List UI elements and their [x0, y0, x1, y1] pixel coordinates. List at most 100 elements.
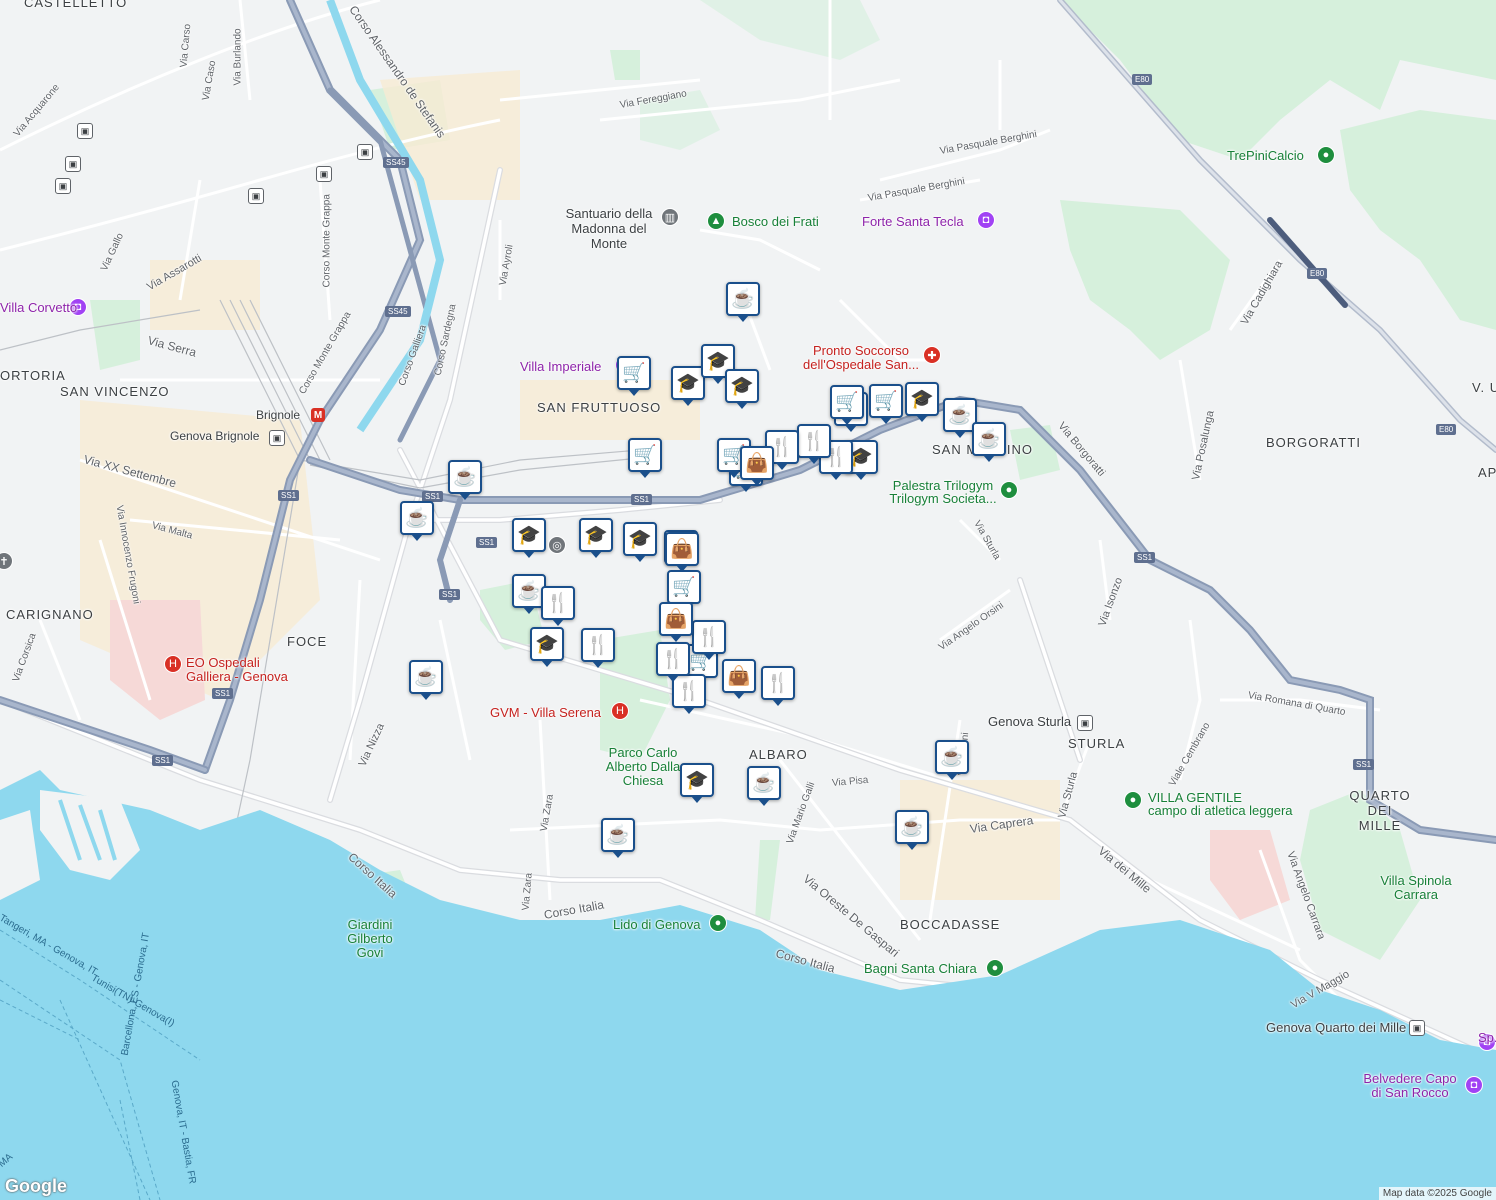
poi-label: Bagni Santa Chiara — [864, 961, 977, 976]
cafe-marker[interactable]: ☕ — [972, 422, 1006, 462]
beach-icon: ● — [986, 959, 1004, 977]
map-attribution[interactable]: Map data ©2025 Google — [1378, 1187, 1496, 1200]
cafe-marker[interactable]: ☕ — [448, 460, 482, 500]
coffee-cup-icon: ☕ — [948, 405, 972, 426]
shopping-bag-icon: 👜 — [664, 609, 688, 630]
graduation-cap-icon: 🎓 — [910, 389, 934, 410]
poi-label: Santuario della Madonna del Monte — [565, 206, 653, 251]
school-marker[interactable]: 🎓 — [623, 522, 657, 562]
hospital-icon: H — [611, 702, 629, 720]
school-marker[interactable]: 🎓 — [905, 382, 939, 422]
cafe-marker[interactable]: ☕ — [747, 766, 781, 806]
district-label: ALBARO — [749, 747, 808, 762]
cafe-marker[interactable]: ☕ — [726, 282, 760, 322]
shopping-bag-icon: 👜 — [727, 666, 751, 687]
school-marker[interactable]: 🎓 — [680, 763, 714, 803]
district-label: SAN FRUTTUOSO — [537, 400, 662, 415]
restaurant-marker[interactable]: 🍴 — [692, 620, 726, 660]
poi-label: Parco Carlo Alberto Dalla Chiesa — [605, 745, 681, 788]
school-marker[interactable]: 🎓 — [512, 518, 546, 558]
grocery-marker[interactable]: 🛒 — [617, 356, 651, 396]
restaurant-marker[interactable]: 🍴 — [656, 642, 690, 682]
coffee-cup-icon: ☕ — [752, 773, 776, 794]
graduation-cap-icon: 🎓 — [685, 770, 709, 791]
poi-label: Belvedere Capo di San Rocco — [1363, 1071, 1457, 1100]
road-shield: SS1 — [152, 755, 174, 766]
district-label: QUARTO DEI MILLE — [1349, 788, 1411, 833]
road-shield: SS1 — [1353, 759, 1375, 770]
fitness-icon: ● — [1000, 481, 1018, 499]
coffee-cup-icon: ☕ — [405, 508, 429, 529]
cafe-marker[interactable]: ☕ — [895, 810, 929, 850]
shopping-marker[interactable]: 👜 — [722, 659, 756, 699]
grocery-marker[interactable]: 🛒 — [869, 384, 903, 424]
cafe-marker[interactable]: ☕ — [409, 660, 443, 700]
shopping-cart-icon: 🛒 — [835, 392, 859, 413]
camera-icon: ◘ — [977, 211, 995, 229]
road-shield: SS1 — [476, 537, 498, 548]
shopping-marker[interactable]: 👜 — [665, 532, 699, 572]
grocery-marker[interactable]: 🛒 — [628, 438, 662, 478]
street-label: Corso Monte Grappa — [321, 194, 333, 288]
road-shield: SS1 — [439, 589, 461, 600]
district-label: SAN VINCENZO — [60, 384, 170, 399]
district-label: AP — [1478, 465, 1496, 480]
coffee-cup-icon: ☕ — [940, 747, 964, 768]
restaurant-marker[interactable]: 🍴 — [581, 628, 615, 668]
shopping-bag-icon: 👜 — [670, 539, 694, 560]
school-marker[interactable]: 🎓 — [725, 369, 759, 409]
bus-stop-icon: ▣ — [248, 188, 264, 204]
coffee-cup-icon: ☕ — [900, 817, 924, 838]
road-shield: E80 — [1307, 268, 1328, 279]
sports-icon: ● — [1124, 791, 1142, 809]
district-label: FOCE — [287, 634, 328, 649]
poi-label: Forte Santa Tecla — [862, 214, 964, 229]
fork-knife-icon: 🍴 — [677, 681, 701, 702]
camera-icon: ◘ — [1465, 1076, 1483, 1094]
school-marker[interactable]: 🎓 — [530, 627, 564, 667]
restaurant-marker[interactable]: 🍴 — [541, 586, 575, 626]
cafe-marker[interactable]: ☕ — [400, 501, 434, 541]
bus-stop-icon: ▣ — [316, 166, 332, 182]
road-shield: SS1 — [212, 688, 234, 699]
poi-label: Villa Corvetto — [0, 300, 78, 315]
grocery-marker[interactable]: 🛒 — [830, 385, 864, 425]
shopping-marker[interactable]: 👜 — [659, 602, 693, 642]
coffee-cup-icon: ☕ — [453, 467, 477, 488]
school-marker[interactable]: 🎓 — [579, 518, 613, 558]
bus-stop-icon: ▣ — [65, 156, 81, 172]
hospital-icon: ✚ — [923, 346, 941, 364]
graduation-cap-icon: 🎓 — [535, 634, 559, 655]
cafe-marker[interactable]: ☕ — [601, 818, 635, 858]
poi-label: Genova Brignole — [170, 429, 260, 443]
fork-knife-icon: 🍴 — [546, 593, 570, 614]
train-station-icon: ▣ — [269, 430, 285, 446]
restaurant-marker[interactable]: 🍴 — [761, 666, 795, 706]
museum-icon: ◎ — [548, 536, 566, 554]
poi-label: Sp... — [1478, 1030, 1496, 1045]
cafe-marker[interactable]: ☕ — [935, 740, 969, 780]
bus-stop-icon: ▣ — [357, 144, 373, 160]
fork-knife-icon: 🍴 — [766, 673, 790, 694]
shopping-marker[interactable]: 👜 — [740, 446, 774, 486]
school-marker[interactable]: 🎓 — [671, 366, 705, 406]
coffee-cup-icon: ☕ — [414, 667, 438, 688]
poi-label: Brignole — [256, 408, 301, 422]
district-label: BORGORATTI — [1266, 435, 1361, 450]
monument-icon: ▥ — [661, 208, 679, 226]
fork-knife-icon: 🍴 — [802, 431, 826, 452]
grocery-marker[interactable]: 🛒 — [667, 570, 701, 610]
poi-label: EO Ospedali Galliera - Genova — [186, 655, 288, 684]
district-label: CARIGNANO — [6, 607, 94, 622]
poi-label: Villa Spinola Carrara — [1380, 873, 1452, 902]
restaurant-marker[interactable]: 🍴 — [797, 424, 831, 464]
metro-icon: M — [311, 408, 325, 422]
district-label: CASTELLETTO — [24, 0, 128, 10]
shopping-cart-icon: 🛒 — [633, 445, 657, 466]
shopping-cart-icon: 🛒 — [874, 391, 898, 412]
coffee-cup-icon: ☕ — [731, 289, 755, 310]
poi-label: TrePiniCalcio — [1227, 148, 1304, 163]
hospital-icon: H — [164, 655, 182, 673]
road-shield: E80 — [1436, 424, 1457, 435]
poi-label: Bosco dei Frati — [732, 214, 819, 229]
